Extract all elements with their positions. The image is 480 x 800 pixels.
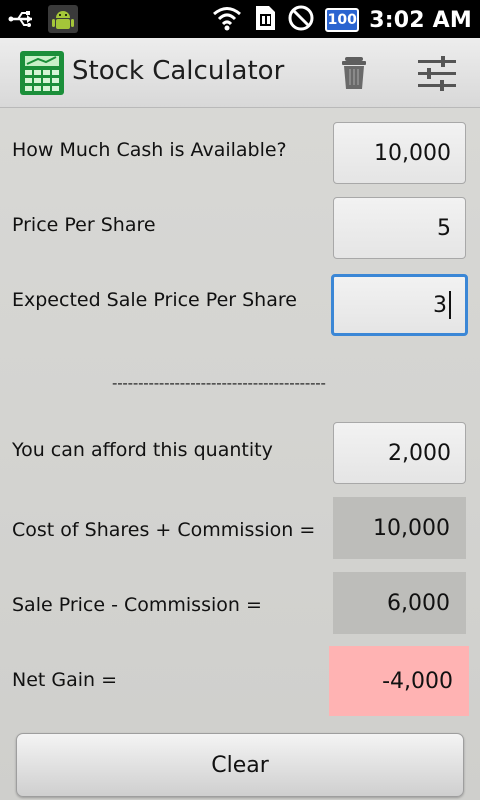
sliders-icon[interactable]: [416, 52, 458, 94]
expected-sale-price-label: Expected Sale Price Per Share: [12, 289, 297, 311]
net-gain-value: -4,000: [382, 668, 453, 694]
afford-quantity-field[interactable]: 2,000: [333, 422, 466, 484]
expected-sale-price-value: 3: [433, 292, 447, 318]
status-left-icons: [8, 5, 78, 37]
text-caret: [449, 291, 451, 319]
price-per-share-input[interactable]: 5: [333, 197, 466, 259]
net-gain-label: Net Gain =: [12, 669, 118, 691]
cost-with-commission-output: 10,000: [333, 497, 466, 559]
calculator-icon: [18, 49, 66, 97]
app-bar: Stock Calculator: [0, 38, 480, 108]
status-bar: 100 3:02 AM: [0, 0, 480, 38]
afford-quantity-value: 2,000: [388, 440, 451, 466]
do-not-disturb-icon: [287, 4, 315, 36]
price-per-share-label: Price Per Share: [12, 214, 156, 236]
status-time: 3:02 AM: [369, 7, 472, 33]
usb-icon: [8, 7, 38, 35]
sale-minus-commission-label: Sale Price - Commission =: [12, 594, 262, 616]
price-per-share-value: 5: [437, 215, 451, 241]
clear-button[interactable]: Clear: [16, 733, 464, 797]
sale-minus-commission-output: 6,000: [333, 572, 466, 634]
battery-icon: 100: [325, 8, 360, 32]
dashed-separator: ----------------------------------------…: [112, 374, 326, 392]
status-right-icons: 100 3:02 AM: [211, 4, 472, 36]
sim-icon: [253, 4, 277, 36]
afford-quantity-label: You can afford this quantity: [12, 439, 273, 461]
cash-available-value: 10,000: [374, 140, 451, 166]
trash-icon[interactable]: [333, 52, 375, 94]
cash-available-label: How Much Cash is Available?: [12, 139, 287, 161]
calculator-form: How Much Cash is Available? 10,000 Price…: [0, 108, 480, 800]
android-icon: [48, 5, 78, 37]
expected-sale-price-input[interactable]: 3: [331, 274, 468, 336]
net-gain-output: -4,000: [329, 646, 469, 716]
sale-minus-commission-value: 6,000: [387, 590, 450, 616]
cash-available-input[interactable]: 10,000: [333, 122, 466, 184]
wifi-icon: [211, 4, 243, 36]
cost-with-commission-label: Cost of Shares + Commission =: [12, 519, 316, 541]
app-title: Stock Calculator: [72, 56, 285, 86]
cost-with-commission-value: 10,000: [373, 515, 450, 541]
